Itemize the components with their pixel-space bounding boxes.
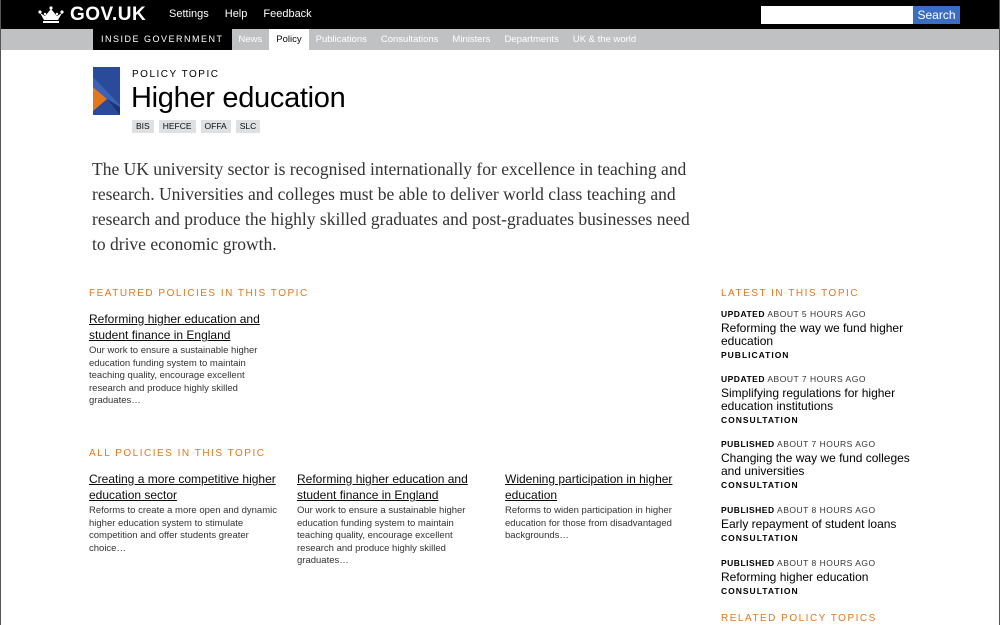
featured-policy-link[interactable]: Reforming higher education and student f… <box>89 311 279 343</box>
org-tag-bis[interactable]: BIS <box>132 120 154 133</box>
org-tag-offa[interactable]: OFFA <box>200 120 231 133</box>
top-nav: Settings Help Feedback <box>169 8 328 20</box>
latest-meta: PUBLISHED ABOUT 7 HOURS AGO <box>721 439 921 449</box>
latest-item: PUBLISHED ABOUT 8 HOURS AGO Reforming hi… <box>721 558 921 596</box>
org-tag-hefce[interactable]: HEFCE <box>158 120 196 133</box>
featured-policies-heading: FEATURED POLICIES IN THIS TOPIC <box>89 288 309 299</box>
latest-type: CONSULTATION <box>721 533 799 543</box>
section-nav: INSIDE GOVERNMENT News Policy Publicatio… <box>0 29 1000 50</box>
tab-policy[interactable]: Policy <box>269 29 309 50</box>
tab-ministers[interactable]: Ministers <box>445 29 497 50</box>
latest-link[interactable]: Simplifying regulations for higher educa… <box>721 387 921 413</box>
top-bar: GOV.UK Settings Help Feedback Search <box>0 0 1000 29</box>
tab-publications[interactable]: Publications <box>309 29 374 50</box>
policy-desc: Our work to ensure a sustainable higher … <box>297 505 466 566</box>
latest-link[interactable]: Reforming the way we fund higher educati… <box>721 322 921 348</box>
policy-desc: Reforms to widen participation in higher… <box>505 505 672 541</box>
latest-status: PUBLISHED <box>721 505 775 515</box>
latest-time: ABOUT 7 HOURS AGO <box>767 374 866 384</box>
all-policies-heading: ALL POLICIES IN THIS TOPIC <box>89 448 266 459</box>
tab-departments[interactable]: Departments <box>497 29 565 50</box>
tab-news[interactable]: News <box>232 29 270 50</box>
bookmark-ribbon-icon <box>93 67 120 115</box>
policy-link[interactable]: Widening participation in higher educati… <box>505 471 695 503</box>
latest-link[interactable]: Changing the way we fund colleges and un… <box>721 452 921 478</box>
latest-meta: PUBLISHED ABOUT 8 HOURS AGO <box>721 505 921 515</box>
nav-help-link[interactable]: Help <box>225 8 248 20</box>
latest-item: UPDATED ABOUT 7 HOURS AGO Simplifying re… <box>721 374 921 425</box>
nav-feedback-link[interactable]: Feedback <box>263 8 311 20</box>
search-button[interactable]: Search <box>913 6 960 24</box>
latest-link[interactable]: Early repayment of student loans <box>721 518 921 531</box>
featured-policy-desc: Our work to ensure a sustainable higher … <box>89 345 258 406</box>
featured-policy: Reforming higher education and student f… <box>89 311 279 408</box>
inside-government-label[interactable]: INSIDE GOVERNMENT <box>93 29 232 50</box>
latest-time: ABOUT 8 HOURS AGO <box>777 505 876 515</box>
tab-consultations[interactable]: Consultations <box>374 29 446 50</box>
latest-status: PUBLISHED <box>721 558 775 568</box>
page-kicker: POLICY TOPIC <box>132 69 220 80</box>
govuk-home-link[interactable]: GOV.UK <box>38 3 146 27</box>
nav-settings-link[interactable]: Settings <box>169 8 209 20</box>
topic-intro: The UK university sector is recognised i… <box>92 159 690 254</box>
latest-meta: UPDATED ABOUT 5 HOURS AGO <box>721 309 921 319</box>
latest-status: UPDATED <box>721 374 765 384</box>
search-input[interactable] <box>761 6 913 24</box>
latest-meta: PUBLISHED ABOUT 8 HOURS AGO <box>721 558 921 568</box>
latest-meta: UPDATED ABOUT 7 HOURS AGO <box>721 374 921 384</box>
latest-time: ABOUT 8 HOURS AGO <box>777 558 876 568</box>
org-tag-slc[interactable]: SLC <box>235 120 261 133</box>
latest-type: CONSULTATION <box>721 415 799 425</box>
latest-item: PUBLISHED ABOUT 8 HOURS AGO Early repaym… <box>721 505 921 543</box>
latest-type: CONSULTATION <box>721 480 799 490</box>
page-title: Higher education <box>131 82 346 114</box>
latest-item: UPDATED ABOUT 5 HOURS AGO Reforming the … <box>721 309 921 360</box>
latest-type: PUBLICATION <box>721 350 790 360</box>
latest-status: PUBLISHED <box>721 439 775 449</box>
latest-type: CONSULTATION <box>721 586 799 596</box>
policy-item: Widening participation in higher educati… <box>505 471 695 543</box>
related-topics-heading: RELATED POLICY TOPICS <box>721 613 877 624</box>
latest-link[interactable]: Reforming higher education <box>721 571 921 584</box>
policy-item: Creating a more competitive higher educa… <box>89 471 279 555</box>
latest-item: PUBLISHED ABOUT 7 HOURS AGO Changing the… <box>721 439 921 490</box>
latest-time: ABOUT 7 HOURS AGO <box>777 439 876 449</box>
tab-uk-and-the-world[interactable]: UK & the world <box>566 29 643 50</box>
latest-time: ABOUT 5 HOURS AGO <box>767 309 866 319</box>
policy-link[interactable]: Creating a more competitive higher educa… <box>89 471 279 503</box>
policy-desc: Reforms to create a more open and dynami… <box>89 505 277 554</box>
crown-icon <box>38 6 64 23</box>
policy-link[interactable]: Reforming higher education and student f… <box>297 471 487 503</box>
brand-name: GOV.UK <box>70 4 147 25</box>
organisation-tags: BIS HEFCE OFFA SLC <box>132 120 261 133</box>
latest-status: UPDATED <box>721 309 765 319</box>
latest-heading: LATEST IN THIS TOPIC <box>721 288 859 299</box>
policy-item: Reforming higher education and student f… <box>297 471 487 568</box>
